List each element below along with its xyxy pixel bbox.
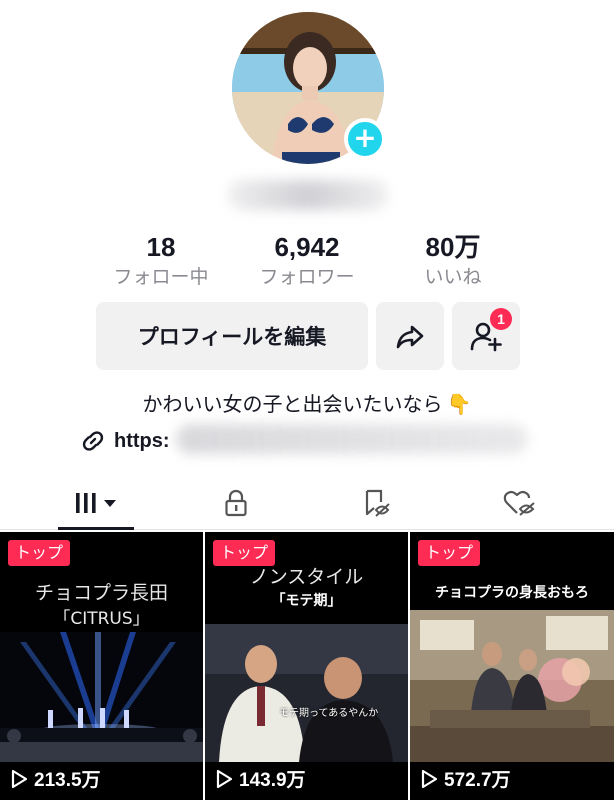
private-tab[interactable] — [186, 476, 286, 530]
following-label: フォロー中 — [113, 266, 209, 288]
active-tab-indicator — [58, 527, 134, 530]
username-blurred — [228, 180, 388, 210]
following-stat[interactable]: 18 フォロー中 — [91, 232, 231, 290]
view-count-value: 213.5万 — [34, 770, 101, 791]
bio-text: かわいい女の子と出会いたいなら — [142, 392, 443, 416]
saved-tab[interactable] — [326, 476, 426, 530]
likes-stat[interactable]: 80万 いいね — [383, 232, 523, 290]
video-subtitle: 「CITRUS」 — [53, 609, 150, 629]
likes-label: いいね — [424, 266, 482, 288]
view-count: 572.7万 — [420, 765, 511, 792]
likes-count: 80万 — [425, 232, 481, 262]
concert-stage-image — [0, 632, 203, 762]
video-title: ノンスタイル — [249, 566, 364, 588]
video-title: チョコプラ長田 — [34, 582, 168, 604]
studio-scene-image — [410, 610, 614, 762]
play-icon — [216, 769, 233, 788]
link-icon — [82, 431, 104, 451]
grid-icon — [76, 493, 116, 513]
lock-icon — [225, 489, 247, 517]
profile-stats: 18 フォロー中 6,942 フォロワー 80万 いいね — [0, 232, 614, 292]
play-icon — [11, 769, 28, 788]
video-thumbnail[interactable]: トップ チョコプラ長田 「CITRUS」 213.5万 — [0, 532, 203, 800]
profile-avatar-container[interactable]: + — [232, 12, 386, 164]
plus-icon: + — [353, 121, 377, 154]
comedy-scene-image — [205, 624, 408, 762]
videos-tab[interactable] — [46, 476, 146, 530]
view-count-value: 143.9万 — [239, 770, 306, 791]
pinned-badge: トップ — [8, 540, 71, 566]
view-count: 213.5万 — [10, 765, 101, 792]
notification-badge: 1 — [490, 308, 512, 330]
video-title: チョコプラの身長おもろ — [435, 585, 589, 601]
followers-label: フォロワー — [259, 266, 355, 288]
pointing-down-emoji: 👇 — [446, 392, 472, 416]
edit-profile-button[interactable]: プロフィールを編集 — [96, 302, 368, 370]
add-avatar-button[interactable]: + — [344, 118, 386, 160]
followers-stat[interactable]: 6,942 フォロワー — [237, 232, 377, 290]
followers-count: 6,942 — [274, 232, 340, 262]
bookmark-hidden-icon — [365, 489, 390, 517]
video-thumbnail[interactable]: トップ チョコプラの身長おもろ 572.7万 — [410, 532, 614, 800]
add-friends-button[interactable]: 1 — [452, 302, 520, 370]
link-blurred — [176, 424, 528, 454]
liked-tab[interactable] — [470, 476, 570, 530]
bio-link-text[interactable]: https: — [114, 430, 170, 453]
share-arrow-icon — [396, 325, 424, 349]
edit-profile-label: プロフィールを編集 — [137, 325, 327, 349]
heart-hidden-icon — [503, 490, 535, 516]
video-caption: モテ期ってあるやんか — [279, 708, 379, 719]
pinned-badge: トップ — [213, 540, 276, 566]
pinned-badge: トップ — [418, 540, 481, 566]
video-grid: トップ チョコプラ長田 「CITRUS」 213.5万 トップ ノンスタイル 「… — [0, 532, 614, 800]
video-subtitle: 「モテ期」 — [271, 593, 342, 609]
video-thumbnail[interactable]: トップ ノンスタイル 「モテ期」 モテ期ってあるやんか 143.9万 — [205, 532, 408, 800]
view-count: 143.9万 — [215, 765, 306, 792]
view-count-value: 572.7万 — [444, 770, 511, 791]
play-icon — [421, 769, 438, 788]
bio-link[interactable]: https: — [80, 426, 170, 456]
bio: かわいい女の子と出会いたいなら 👇 — [0, 388, 614, 417]
content-tabs — [0, 476, 614, 530]
share-profile-button[interactable] — [376, 302, 444, 370]
following-count: 18 — [146, 232, 176, 262]
